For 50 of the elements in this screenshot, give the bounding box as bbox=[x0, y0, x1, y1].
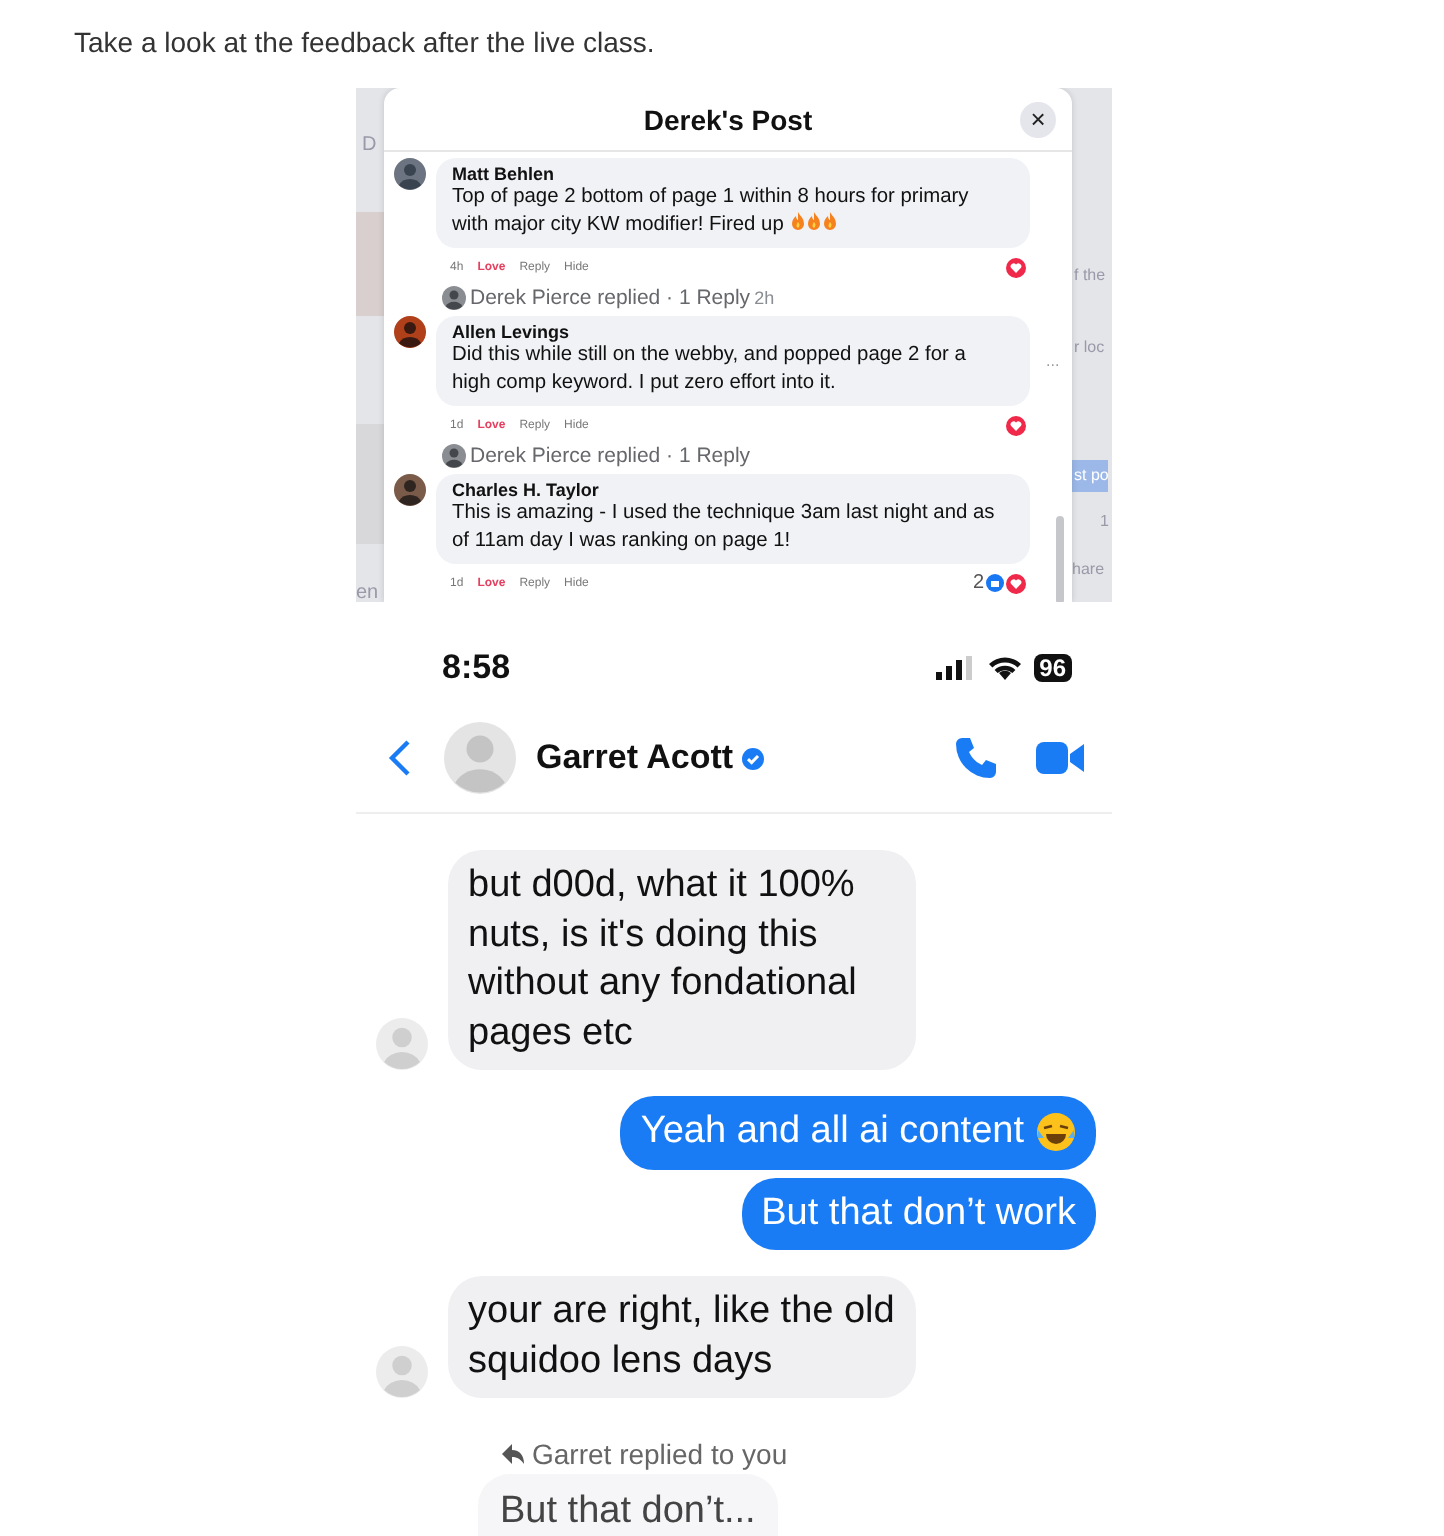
reply-time: 2h bbox=[754, 288, 775, 308]
background-text: D bbox=[362, 134, 377, 156]
wifi-icon bbox=[987, 656, 1022, 680]
comment-text: This is amazing - I used the technique 3am last night and as of 11am day I was ranking on page 1! bbox=[452, 500, 997, 556]
laughing-emoji-icon bbox=[1036, 1112, 1076, 1153]
message-bubble: But that don’t work bbox=[741, 1177, 1096, 1250]
fire-icon bbox=[789, 212, 806, 230]
reaction-count: 2 bbox=[972, 572, 984, 594]
close-button[interactable]: × bbox=[1020, 102, 1056, 138]
fire-icon bbox=[805, 212, 822, 230]
message-bubble: your are right, like the old squidoo lens days bbox=[448, 1276, 916, 1398]
background-image bbox=[356, 424, 384, 544]
dialog-title: Derek's Post bbox=[643, 103, 813, 135]
avatar-icon bbox=[394, 158, 426, 190]
avatar-icon bbox=[394, 474, 426, 506]
background-text: 1 bbox=[1100, 512, 1109, 530]
avatar-icon bbox=[442, 444, 466, 468]
fire-icon bbox=[821, 212, 838, 230]
avatar-icon bbox=[394, 316, 426, 348]
reply-note: Garret replied to you bbox=[532, 1438, 788, 1470]
background-image bbox=[356, 212, 384, 316]
background-text: f the bbox=[1074, 266, 1106, 284]
message-bubble: but d00d, what it 100% nuts, is it's doing this without any fondational pages etc bbox=[448, 850, 916, 1070]
signal-icon bbox=[935, 656, 972, 680]
heart-icon bbox=[1006, 415, 1026, 435]
replies-link[interactable]: Derek Pierce replied · 1 Reply bbox=[470, 444, 751, 468]
back-icon[interactable] bbox=[388, 738, 412, 778]
avatar-icon bbox=[444, 722, 516, 794]
clock-time: 8:58 bbox=[442, 648, 513, 688]
contact-name: Garret Acott bbox=[536, 738, 734, 778]
background-text: r loc bbox=[1074, 338, 1105, 356]
message-bubble: Yeah and all ai content bbox=[620, 1096, 1096, 1169]
phone-icon[interactable] bbox=[952, 734, 1000, 782]
comment-text: Top of page 2 bottom of page 1 within 8 hours for primary with major city KW modifier! Fired up bbox=[452, 184, 971, 240]
comment-text: Did this while still on the webby, and popped page 2 for a high comp keyword. I put zero effort into it. bbox=[452, 342, 968, 398]
battery-level: 96 bbox=[1033, 654, 1072, 682]
heart-icon bbox=[1006, 573, 1026, 593]
quoted-message: But that don’t... bbox=[478, 1474, 778, 1536]
replies-link[interactable]: Derek Pierce replied · 1 Reply bbox=[470, 286, 751, 310]
more-options[interactable]: ... bbox=[1046, 352, 1060, 370]
comment-author: Matt Behlen bbox=[452, 164, 557, 184]
comment-author: Charles H. Taylor bbox=[452, 480, 601, 500]
reply-arrow-icon bbox=[502, 1444, 524, 1464]
video-camera-icon[interactable] bbox=[1036, 740, 1084, 776]
heart-icon bbox=[1006, 257, 1026, 277]
comment-author: Allen Levings bbox=[452, 322, 572, 342]
background-text: en bbox=[356, 582, 379, 602]
caption-text: Take a look at the feedback after the live class. bbox=[74, 26, 655, 58]
background-text: hare bbox=[1072, 560, 1105, 578]
avatar-icon bbox=[442, 286, 466, 310]
